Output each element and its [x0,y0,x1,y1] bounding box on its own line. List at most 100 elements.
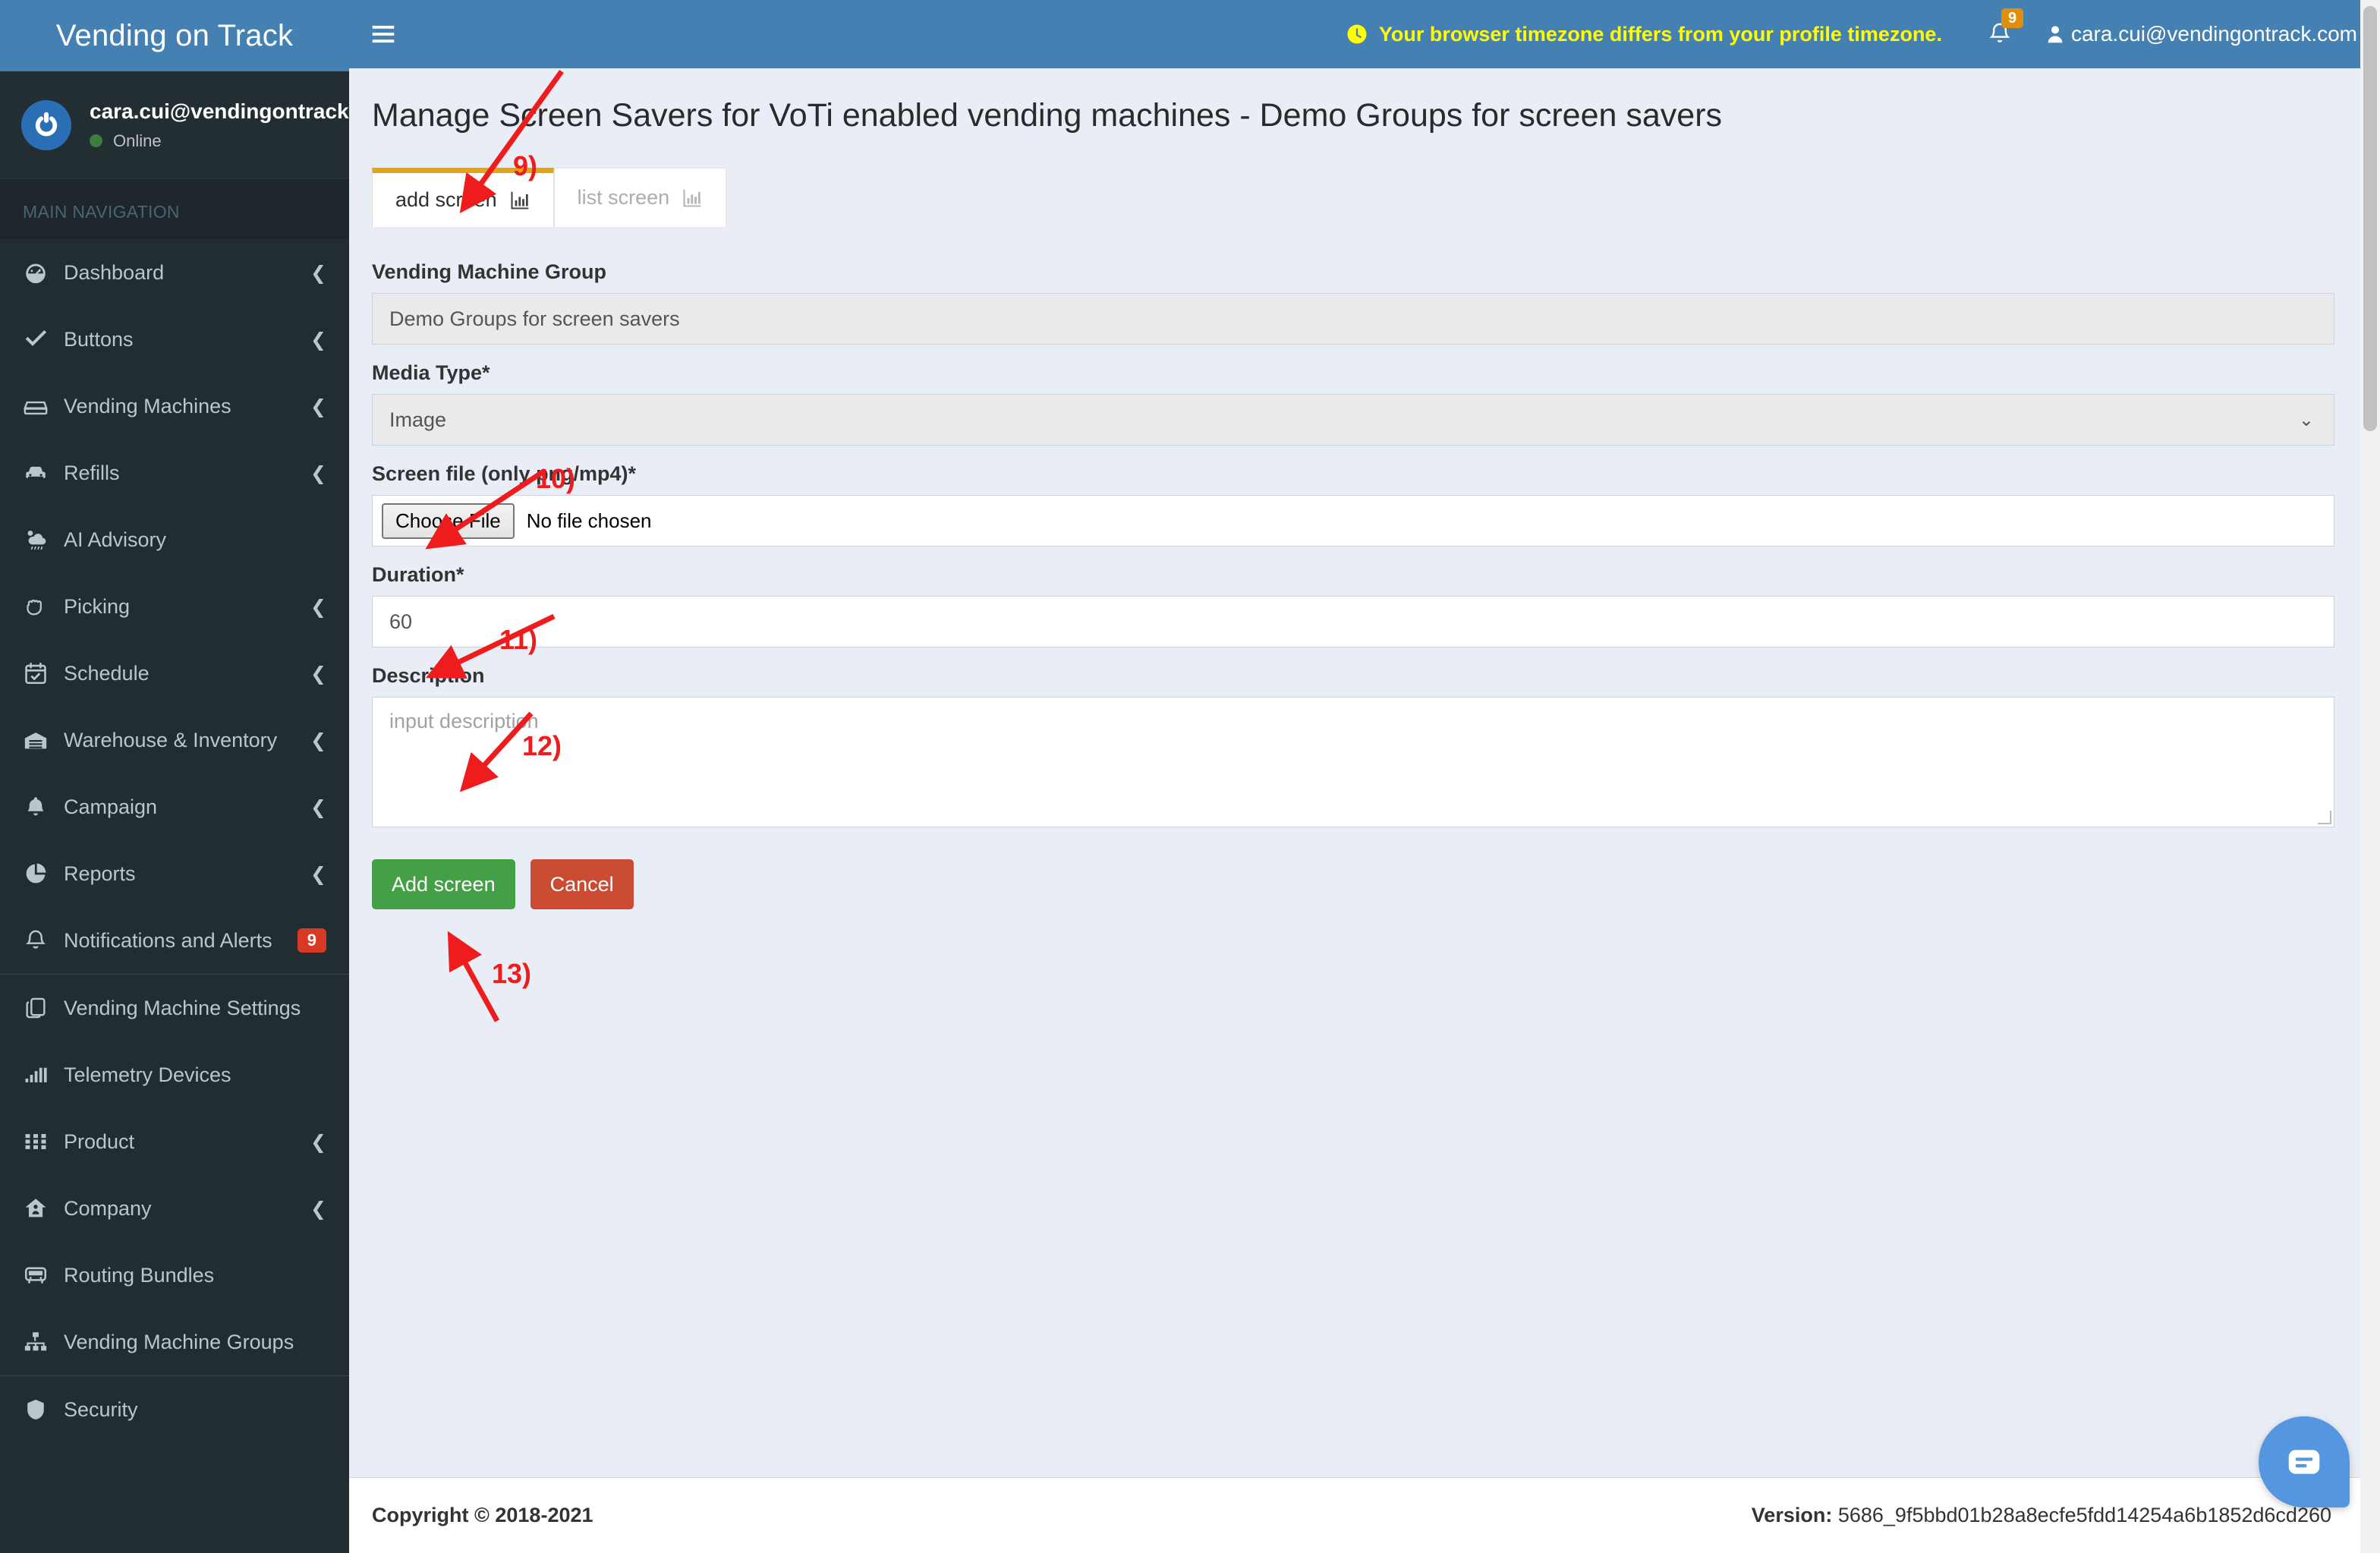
copy-icon [23,995,64,1021]
warehouse-icon [23,727,64,753]
timezone-warning-text: Your browser timezone differs from your … [1378,22,1942,46]
sidebar-item-buttons[interactable]: Buttons ❮ [0,306,349,373]
sidebar-item-label: Refills [64,461,120,484]
vending-machine-group-input: Demo Groups for screen savers [372,293,2334,345]
sidebar-item-label: Vending Machine Groups [64,1330,294,1353]
user-email: cara.cui@vendingontrack.c [90,99,349,123]
sidebar-item-label: Dashboard [64,260,165,284]
sidebar-item-label: Vending Machines [64,394,231,417]
media-type-label: Media Type* [372,361,490,384]
sidebar-item-label: Vending Machine Settings [64,996,301,1019]
online-dot-icon [90,134,102,147]
hamburger-icon[interactable] [349,0,417,68]
sidebar-item-company[interactable]: Company ❮ [0,1175,349,1242]
chevron-left-icon: ❮ [310,1130,326,1153]
navbar-user-menu[interactable]: cara.cui@vendingontrack.com [2044,22,2357,46]
copyright-text: Copyright © 2018-2021 [372,1504,593,1526]
media-type-value: Image [389,408,447,431]
grid-icon [23,1129,64,1155]
navbar-user-email: cara.cui@vendingontrack.com [2070,22,2357,46]
user-status: Online [90,131,349,151]
sidebar-item-routing-bundles[interactable]: Routing Bundles [0,1242,349,1309]
screen-file-input[interactable]: Choose File No file chosen [372,495,2334,547]
sidebar-item-warehouse-inventory[interactable]: Warehouse & Inventory ❮ [0,707,349,773]
check-icon [23,326,64,352]
sidebar-item-label: Security [64,1397,138,1421]
duration-input[interactable]: 60 [372,596,2334,647]
sidebar-item-reports[interactable]: Reports ❮ [0,840,349,907]
sidebar-item-label: Telemetry Devices [64,1063,231,1086]
sidebar-item-label: Picking [64,594,131,618]
notifications-bell-button[interactable]: 9 [1986,8,2024,48]
annotation-13: 13) [492,958,532,989]
resize-grip-icon[interactable] [2318,811,2331,824]
sidebar-nav-primary: Dashboard ❮ Buttons ❮ Vending Machines ❮ Refil… [0,239,349,974]
sidebar-item-security[interactable]: Security [0,1376,349,1443]
top-navbar: Your browser timezone differs from your … [349,0,2380,68]
sidebar-item-label: Reports [64,862,136,885]
user-panel: cara.cui@vendingontrack.c Online [0,71,349,179]
hand-rock-icon [23,594,64,619]
tab-bar: add screen list screen [349,134,2380,227]
power-logo-icon [35,112,58,136]
chevron-left-icon: ❮ [310,795,326,818]
bell-icon [23,794,64,820]
sidebar-item-notifications-and-alerts[interactable]: Notifications and Alerts 9 [0,907,349,974]
description-textarea[interactable]: input description [372,697,2334,827]
pie-chart-icon [23,861,64,887]
scrollbar-thumb[interactable] [2363,6,2377,431]
sidebar-item-schedule[interactable]: Schedule ❮ [0,640,349,707]
sidebar-item-telemetry-devices[interactable]: Telemetry Devices [0,1041,349,1108]
chevron-left-icon: ❮ [310,261,326,284]
tab-add-screen-label: add screen [395,188,497,211]
sidebar-nav-tertiary: Security [0,1375,349,1443]
user-info: cara.cui@vendingontrack.c Online [90,99,349,151]
form-button-row: Add screen Cancel [372,859,2357,909]
annotation-12: 12) [522,730,562,761]
cancel-button[interactable]: Cancel [530,859,634,909]
chevron-left-icon: ❮ [310,395,326,417]
version-text: Version: 5686_9f5bbd01b28a8ecfe5fdd14254… [1752,1504,2331,1527]
main-content: Manage Screen Savers for VoTi enabled ve… [349,68,2380,1477]
timezone-warning: Your browser timezone differs from your … [1346,23,1942,46]
bell-badge: 9 [2001,8,2024,28]
sidebar-item-campaign[interactable]: Campaign ❮ [0,773,349,840]
page-title: Manage Screen Savers for VoTi enabled ve… [372,97,1723,134]
chat-widget-button[interactable] [2259,1416,2350,1507]
brand-logo[interactable]: Vending on Track [0,0,349,71]
sitemap-icon [23,1329,64,1355]
chevron-down-icon: ⌄ [2298,409,2314,430]
shield-icon [23,1397,64,1422]
bar-chart-icon [682,187,703,209]
sidebar-item-vending-machines[interactable]: Vending Machines ❮ [0,373,349,439]
duration-value: 60 [389,610,413,633]
tab-list-screen[interactable]: list screen [553,168,727,227]
sidebar-item-vending-machine-groups[interactable]: Vending Machine Groups [0,1309,349,1375]
sidebar-item-label: Buttons [64,327,134,351]
choose-file-button[interactable]: Choose File [382,502,515,539]
sidebar-item-refills[interactable]: Refills ❮ [0,439,349,506]
sidebar-item-label: Company [64,1196,152,1220]
user-icon [2048,26,2063,43]
add-screen-button[interactable]: Add screen [372,859,515,909]
media-type-select[interactable]: Image ⌄ [372,394,2334,446]
version-value: 5686_9f5bbd01b28a8ecfe5fdd14254a6b1852d6… [1837,1504,2331,1526]
sidebar-item-label: Campaign [64,795,158,818]
page-scrollbar[interactable] [2360,0,2380,1553]
footer: Copyright © 2018-2021 Version: 5686_9f5b… [349,1477,2368,1553]
chat-bubble-icon [2288,1450,2320,1474]
sidebar-item-vending-machine-settings[interactable]: Vending Machine Settings [0,975,349,1041]
sidebar-item-picking[interactable]: Picking ❮ [0,573,349,640]
vending-machine-group-label: Vending Machine Group [372,260,607,283]
sidebar-item-dashboard[interactable]: Dashboard ❮ [0,239,349,306]
sidebar-item-ai-advisory[interactable]: AI Advisory [0,506,349,573]
chevron-left-icon: ❮ [310,595,326,618]
sidebar-item-product[interactable]: Product ❮ [0,1108,349,1175]
sidebar-item-label: AI Advisory [64,528,167,551]
description-label: Description [372,664,485,687]
chevron-left-icon: ❮ [310,662,326,685]
sidebar-item-label: Warehouse & Inventory [64,728,278,751]
no-file-chosen-text: No file chosen [526,509,652,532]
version-label: Version: [1751,1504,1833,1526]
chevron-left-icon: ❮ [310,862,326,885]
